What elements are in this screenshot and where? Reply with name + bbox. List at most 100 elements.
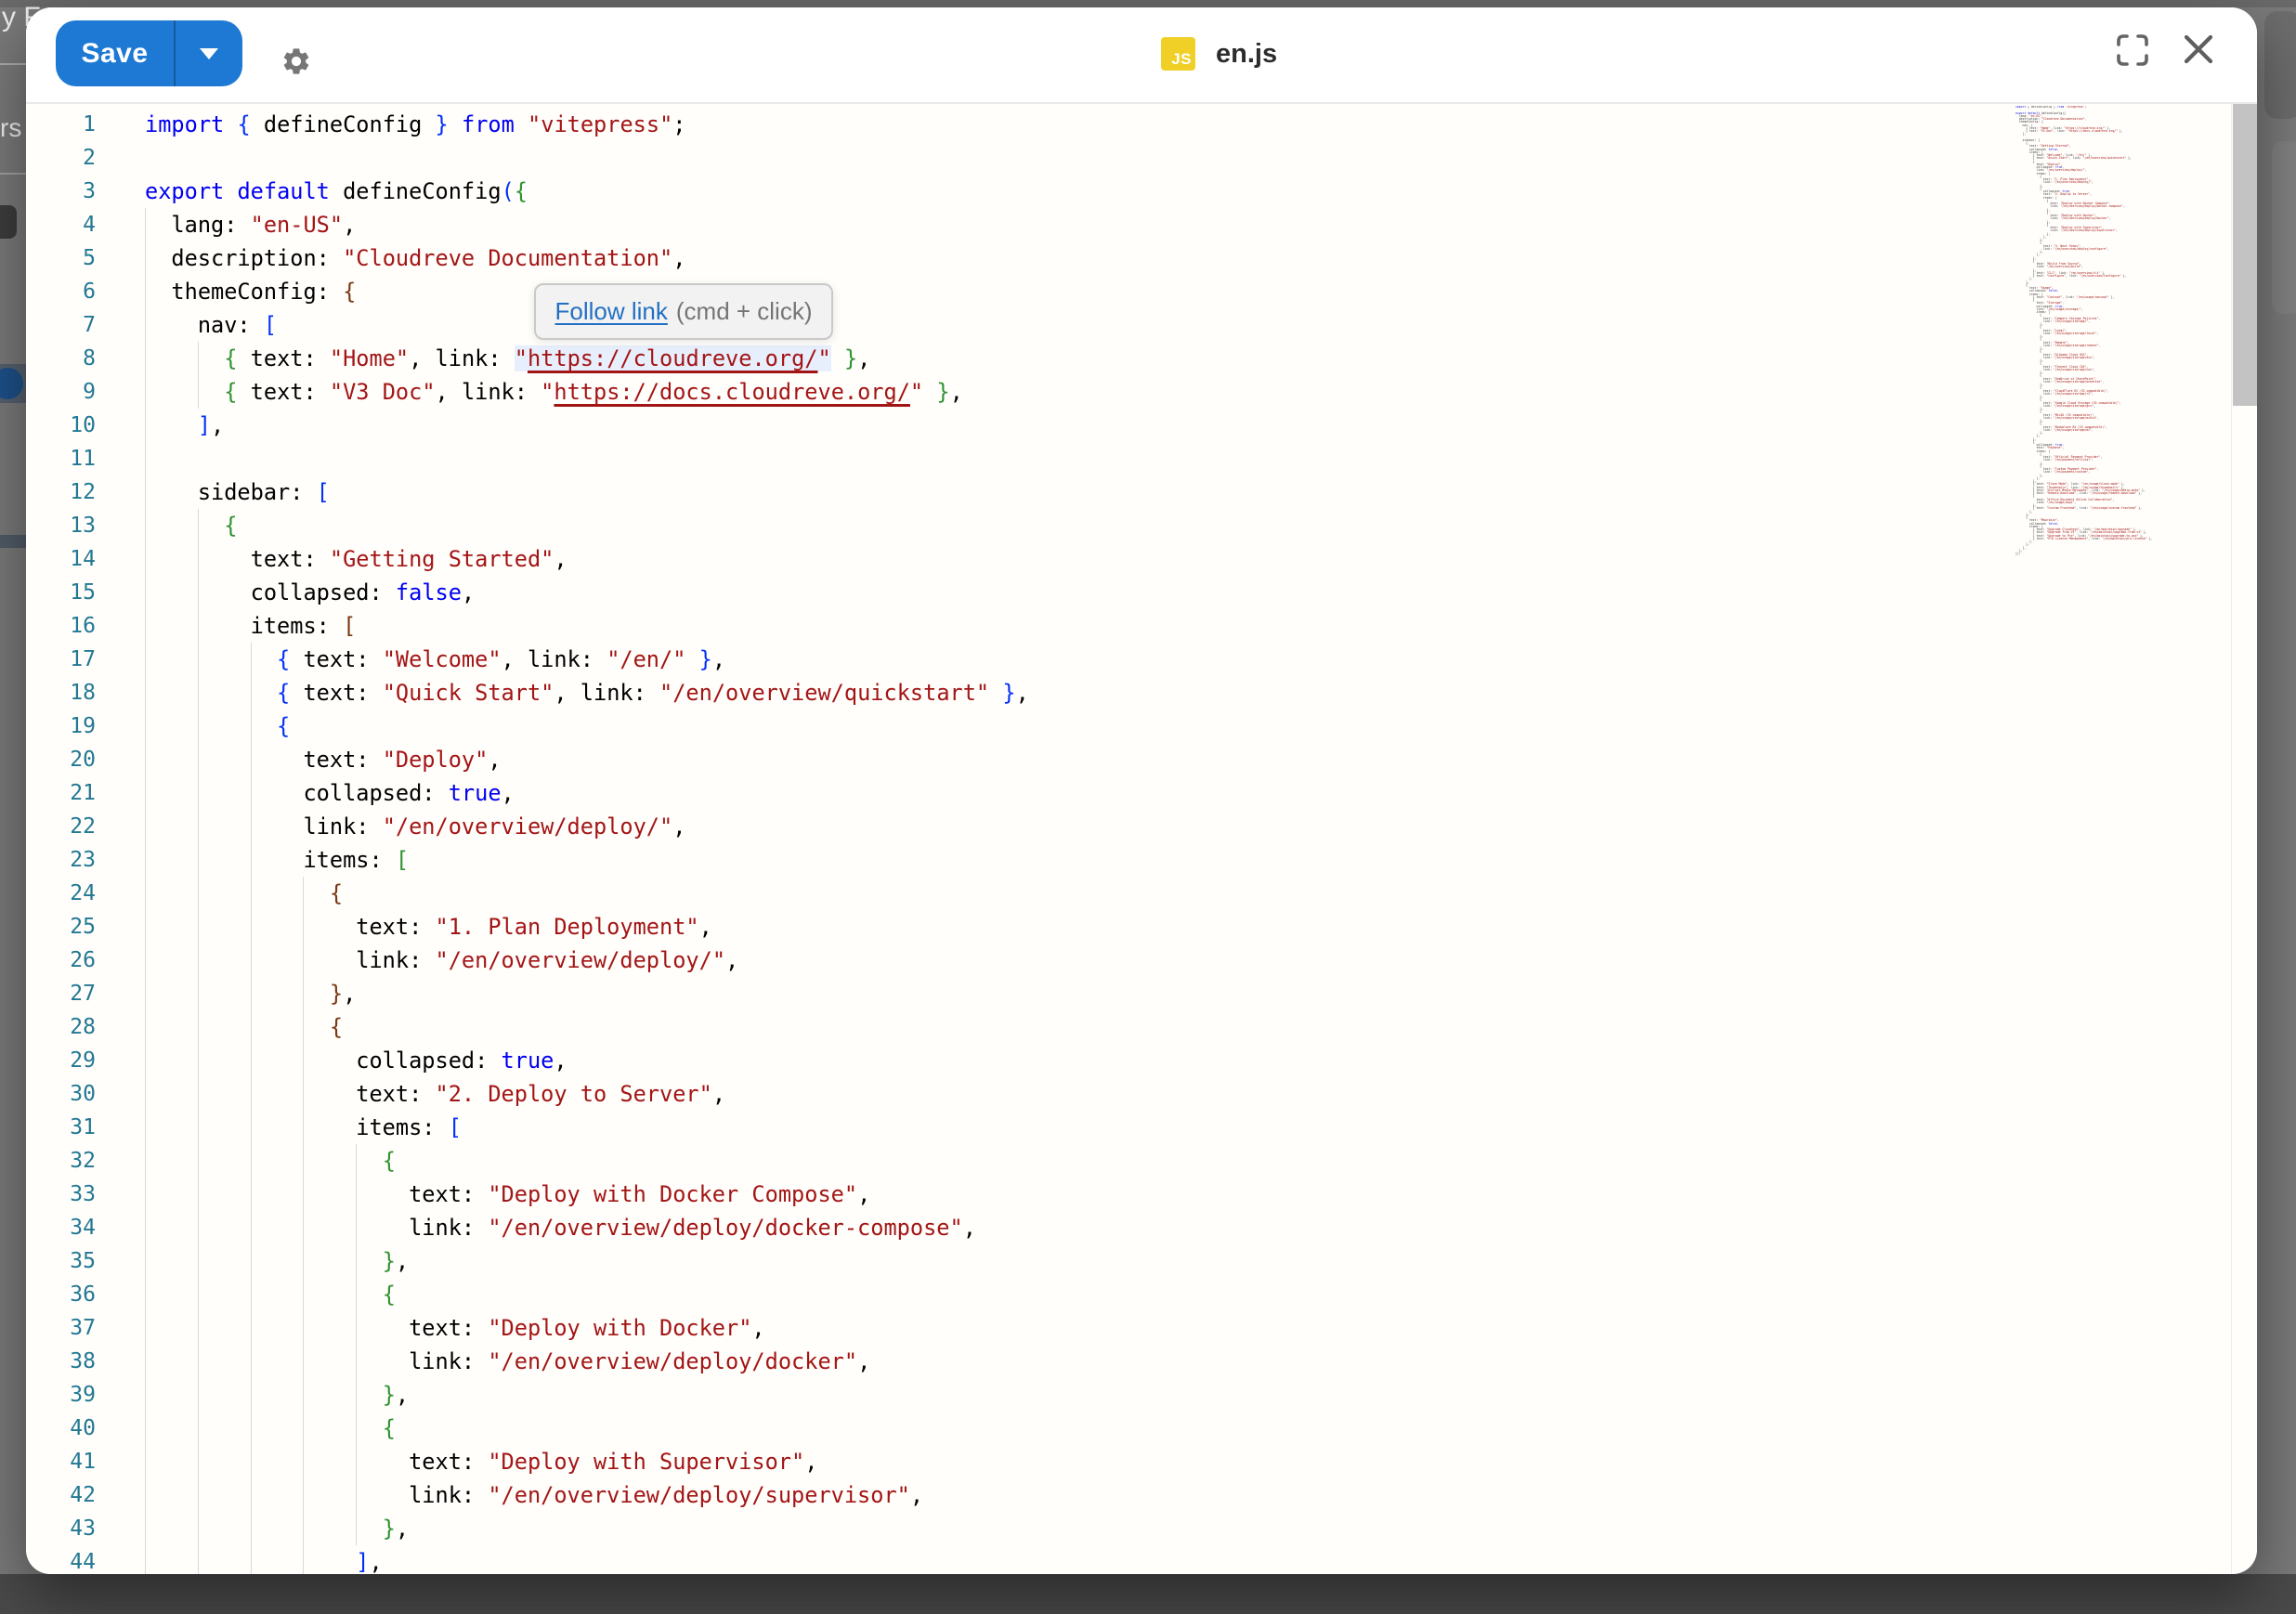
minimap-content: import { defineConfig } from "vitepress"… xyxy=(2016,106,2229,555)
file-name-title: en.js xyxy=(1216,39,1277,70)
line-number: 2 xyxy=(26,141,96,175)
scrollbar-track[interactable] xyxy=(2231,104,2257,1574)
editor-toolbar: Save JS en.js xyxy=(26,7,2257,104)
line-number: 26 xyxy=(26,944,96,977)
follow-link-action[interactable]: Follow link xyxy=(555,297,668,326)
line-number: 25 xyxy=(26,910,96,944)
code-line[interactable]: 41 text: "Deploy with Supervisor", xyxy=(26,1445,2231,1478)
line-number: 16 xyxy=(26,609,96,643)
line-number: 4 xyxy=(26,208,96,241)
minimap[interactable]: import { defineConfig } from "vitepress"… xyxy=(2016,106,2229,563)
background-divider xyxy=(0,173,26,175)
code-lines: 1import { defineConfig } from "vitepress… xyxy=(26,104,2231,1574)
line-number: 40 xyxy=(26,1412,96,1445)
save-split-button: Save xyxy=(56,20,242,86)
line-number: 5 xyxy=(26,241,96,275)
code-line[interactable]: 22 link: "/en/overview/deploy/", xyxy=(26,810,2231,843)
code-line[interactable]: 23 items: [ xyxy=(26,843,2231,877)
line-number: 23 xyxy=(26,843,96,877)
indent-guide xyxy=(145,442,146,475)
code-line[interactable]: 10 ], xyxy=(26,409,2231,442)
code-line[interactable]: 33 text: "Deploy with Docker Compose", xyxy=(26,1178,2231,1211)
line-number: 42 xyxy=(26,1478,96,1512)
line-number: 27 xyxy=(26,977,96,1010)
code-line[interactable]: 8 { text: "Home", link: "https://cloudre… xyxy=(26,342,2231,375)
code-line[interactable]: 43 }, xyxy=(26,1512,2231,1545)
code-line[interactable]: 38 link: "/en/overview/deploy/docker", xyxy=(26,1345,2231,1378)
code-line[interactable]: 44 ], xyxy=(26,1545,2231,1574)
scrollbar-thumb[interactable] xyxy=(2233,104,2257,406)
code-line[interactable]: 36 { xyxy=(26,1278,2231,1311)
code-line[interactable]: 1import { defineConfig } from "vitepress… xyxy=(26,108,2231,141)
line-number: 34 xyxy=(26,1211,96,1244)
line-number: 32 xyxy=(26,1144,96,1178)
line-number: 20 xyxy=(26,743,96,776)
code-line[interactable]: 14 text: "Getting Started", xyxy=(26,542,2231,576)
javascript-file-icon: JS xyxy=(1161,37,1195,71)
code-line[interactable]: 24 { xyxy=(26,877,2231,910)
line-number: 3 xyxy=(26,175,96,208)
line-number: 31 xyxy=(26,1111,96,1144)
code-line[interactable]: 2 xyxy=(26,141,2231,175)
line-number: 15 xyxy=(26,576,96,609)
code-line[interactable]: 13 { xyxy=(26,509,2231,542)
save-button[interactable]: Save xyxy=(56,20,174,86)
code-line[interactable]: 28 { xyxy=(26,1010,2231,1044)
line-number: 33 xyxy=(26,1178,96,1211)
chevron-down-icon xyxy=(200,48,218,59)
code-line[interactable]: 21 collapsed: true, xyxy=(26,776,2231,810)
code-editor[interactable]: 1import { defineConfig } from "vitepress… xyxy=(26,104,2257,1574)
code-line[interactable]: 29 collapsed: true, xyxy=(26,1044,2231,1077)
close-button[interactable] xyxy=(2179,28,2218,71)
fullscreen-icon xyxy=(2116,33,2149,67)
code-line[interactable]: 12 sidebar: [ xyxy=(26,475,2231,509)
code-line[interactable]: 32 { xyxy=(26,1144,2231,1178)
code-line[interactable]: 16 items: [ xyxy=(26,609,2231,643)
code-line[interactable]: 7 nav: [ xyxy=(26,308,2231,342)
line-number: 7 xyxy=(26,308,96,342)
line-number: 14 xyxy=(26,542,96,576)
code-line[interactable]: 25 text: "1. Plan Deployment", xyxy=(26,910,2231,944)
line-number: 37 xyxy=(26,1311,96,1345)
code-line[interactable]: 27 }, xyxy=(26,977,2231,1010)
code-line[interactable]: 19 { xyxy=(26,709,2231,743)
code-line[interactable]: 11 xyxy=(26,442,2231,475)
line-number: 35 xyxy=(26,1244,96,1278)
link-tooltip: Follow link (cmd + click) xyxy=(534,283,833,340)
code-line[interactable]: 35 }, xyxy=(26,1244,2231,1278)
line-number: 19 xyxy=(26,709,96,743)
code-line[interactable]: 26 link: "/en/overview/deploy/", xyxy=(26,944,2231,977)
close-icon xyxy=(2182,33,2215,66)
line-number: 22 xyxy=(26,810,96,843)
tooltip-hint: (cmd + click) xyxy=(676,297,813,326)
code-line[interactable]: 42 link: "/en/overview/deploy/supervisor… xyxy=(26,1478,2231,1512)
line-number: 24 xyxy=(26,877,96,910)
code-line[interactable]: 9 { text: "V3 Doc", link: "https://docs.… xyxy=(26,375,2231,409)
code-line[interactable]: 39 }, xyxy=(26,1378,2231,1412)
save-dropdown-button[interactable] xyxy=(176,20,242,86)
settings-button[interactable] xyxy=(278,41,315,82)
line-number: 18 xyxy=(26,676,96,709)
code-line[interactable]: 31 items: [ xyxy=(26,1111,2231,1144)
code-line[interactable]: 37 text: "Deploy with Docker", xyxy=(26,1311,2231,1345)
line-number: 8 xyxy=(26,342,96,375)
line-number: 6 xyxy=(26,275,96,308)
code-line[interactable]: 30 text: "2. Deploy to Server", xyxy=(26,1077,2231,1111)
code-line[interactable]: 40 { xyxy=(26,1412,2231,1445)
background-card-fragment xyxy=(2272,141,2296,314)
code-line[interactable]: 15 collapsed: false, xyxy=(26,576,2231,609)
code-line[interactable]: 5 description: "Cloudreve Documentation"… xyxy=(26,241,2231,275)
code-line[interactable]: 3export default defineConfig({ xyxy=(26,175,2231,208)
code-line[interactable]: 18 { text: "Quick Start", link: "/en/ove… xyxy=(26,676,2231,709)
code-line[interactable]: 6 themeConfig: { xyxy=(26,275,2231,308)
line-number: 13 xyxy=(26,509,96,542)
background-top-strip xyxy=(0,0,2296,7)
code-line[interactable]: 17 { text: "Welcome", link: "/en/" }, xyxy=(26,643,2231,676)
fullscreen-button[interactable] xyxy=(2114,30,2151,71)
line-number: 21 xyxy=(26,776,96,810)
code-line[interactable]: 34 link: "/en/overview/deploy/docker-com… xyxy=(26,1211,2231,1244)
background-button-fragment xyxy=(0,205,17,239)
code-line[interactable]: 4 lang: "en-US", xyxy=(26,208,2231,241)
code-line[interactable]: 20 text: "Deploy", xyxy=(26,743,2231,776)
line-number: 12 xyxy=(26,475,96,509)
